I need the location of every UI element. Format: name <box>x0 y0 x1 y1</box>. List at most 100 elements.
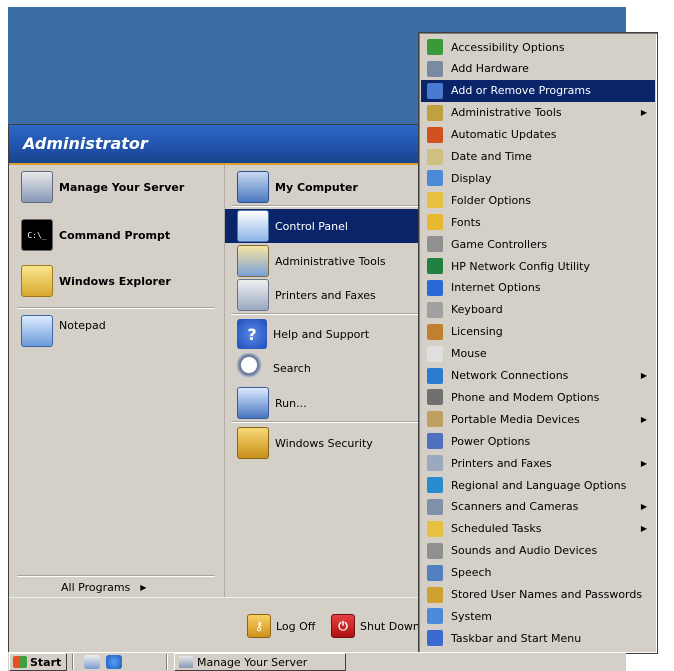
control-panel-menu-item[interactable]: Stored User Names and Passwords <box>421 584 655 606</box>
all-programs-label: All Programs <box>61 581 131 594</box>
control-panel-applet-icon <box>427 301 443 318</box>
control-panel-applet-icon <box>427 170 443 187</box>
help-label: Help and Support <box>273 327 370 341</box>
menu-item-label: Administrative Tools <box>451 106 562 120</box>
control-panel-menu-item[interactable]: Taskbar and Start Menu <box>421 627 655 649</box>
control-panel-menu-item[interactable]: HP Network Config Utility <box>421 255 655 277</box>
menu-item-label: Add Hardware <box>451 62 529 76</box>
control-panel-applet-icon <box>427 586 443 603</box>
control-panel-submenu: Accessibility Options Add Hardware Add or … <box>418 32 658 669</box>
all-programs-button[interactable]: All Programs ▶ <box>61 581 146 594</box>
pinned-label: Manage Your Server <box>59 180 185 194</box>
menu-item-label: Taskbar and Start Menu <box>451 631 582 645</box>
my-computer-item[interactable]: My Computer <box>237 171 358 203</box>
start-label: Start <box>30 655 62 669</box>
control-panel-menu-item[interactable]: Internet Options <box>421 277 655 299</box>
control-panel-menu-item[interactable]: Network Connections ▶ <box>421 365 655 387</box>
pinned-windows-explorer[interactable]: Windows Explorer <box>21 265 171 297</box>
menu-item-label: HP Network Config Utility <box>451 259 590 273</box>
control-panel-applet-icon <box>427 498 443 515</box>
taskbar-separator <box>166 654 168 670</box>
separator <box>231 421 427 423</box>
taskbar: Start Manage Your Server <box>8 652 626 671</box>
search-item[interactable]: Search <box>237 353 311 383</box>
pinned-command-prompt[interactable]: C:\_ Command Prompt <box>21 219 170 251</box>
menu-item-label: Printers and Faxes <box>451 456 552 470</box>
internet-explorer-icon[interactable] <box>106 655 122 669</box>
control-panel-applet-icon <box>427 455 443 472</box>
menu-item-label: Fonts <box>451 215 481 229</box>
control-panel-applet-icon <box>427 279 443 296</box>
show-desktop-icon[interactable] <box>84 655 100 669</box>
administrative-tools-item[interactable]: Administrative Tools ▶ <box>225 245 436 277</box>
control-panel-menu-item[interactable]: Game Controllers <box>421 233 655 255</box>
windows-security-item[interactable]: Windows Security <box>237 427 373 459</box>
control-panel-menu-item[interactable]: Printers and Faxes ▶ <box>421 452 655 474</box>
shut-down-label: Shut Down <box>360 619 420 633</box>
control-panel-menu-item[interactable]: Licensing <box>421 321 655 343</box>
my-computer-label: My Computer <box>275 180 358 194</box>
control-panel-menu-item[interactable]: Regional and Language Options <box>421 474 655 496</box>
control-panel-menu-item[interactable]: Scheduled Tasks ▶ <box>421 518 655 540</box>
control-panel-applet-icon <box>427 126 443 143</box>
control-panel-menu-item[interactable]: Date and Time <box>421 146 655 168</box>
admin-tools-label: Administrative Tools <box>275 254 386 268</box>
separator <box>231 205 427 207</box>
help-icon: ? <box>237 319 267 349</box>
control-panel-menu-item[interactable]: Automatic Updates <box>421 124 655 146</box>
control-panel-menu-item[interactable]: Mouse <box>421 343 655 365</box>
control-panel-menu-item[interactable]: Fonts <box>421 211 655 233</box>
printers-and-faxes-item[interactable]: Printers and Faxes <box>237 279 376 311</box>
control-panel-applet-icon <box>427 323 443 340</box>
start-button[interactable]: Start <box>9 653 67 671</box>
separator <box>17 575 215 577</box>
explorer-folder-icon <box>21 265 53 297</box>
control-panel-menu-item[interactable]: Folder Options <box>421 189 655 211</box>
task-manage-your-server[interactable]: Manage Your Server <box>174 653 346 671</box>
control-panel-menu-item[interactable]: Scanners and Cameras ▶ <box>421 496 655 518</box>
recent-notepad[interactable]: Notepad <box>21 315 106 347</box>
menu-item-label: Folder Options <box>451 193 531 207</box>
user-name: Administrator <box>23 134 148 153</box>
control-panel-item[interactable]: Control Panel ▶ <box>225 209 436 243</box>
control-panel-menu-item[interactable]: Administrative Tools ▶ <box>421 102 655 124</box>
control-panel-applet-icon <box>427 608 443 625</box>
control-panel-applet-icon <box>427 411 443 428</box>
shut-down-button[interactable]: ⏻ Shut Down <box>331 614 420 638</box>
windows-logo-icon <box>13 656 27 668</box>
admin-tools-icon <box>237 245 269 277</box>
control-panel-menu-item[interactable]: Accessibility Options <box>421 36 655 58</box>
run-item[interactable]: Run... <box>237 387 307 419</box>
menu-item-label: Stored User Names and Passwords <box>451 588 643 601</box>
control-panel-menu-item[interactable]: Portable Media Devices ▶ <box>421 408 655 430</box>
control-panel-menu-item[interactable]: Add Hardware <box>421 58 655 80</box>
key-icon: ⚷ <box>247 614 271 638</box>
menu-item-label: Scanners and Cameras <box>451 500 579 514</box>
start-menu-header: Administrator <box>9 125 437 165</box>
log-off-button[interactable]: ⚷ Log Off <box>247 614 315 638</box>
menu-item-label: Scheduled Tasks <box>451 522 542 536</box>
control-panel-menu-item[interactable]: System <box>421 605 655 627</box>
pinned-manage-your-server[interactable]: Manage Your Server <box>21 171 184 203</box>
menu-item-label: Keyboard <box>451 303 503 317</box>
run-label: Run... <box>275 396 307 410</box>
pinned-label: Windows Explorer <box>59 274 171 288</box>
control-panel-menu-item[interactable]: Sounds and Audio Devices <box>421 540 655 562</box>
task-label: Manage Your Server <box>197 655 308 669</box>
control-panel-applet-icon <box>427 477 443 493</box>
control-panel-menu-item[interactable]: Speech <box>421 562 655 584</box>
menu-item-label: Automatic Updates <box>451 128 557 142</box>
control-panel-menu-item[interactable]: Add or Remove Programs <box>421 79 655 102</box>
help-and-support-item[interactable]: ? Help and Support <box>237 319 369 349</box>
control-panel-menu-item[interactable]: Phone and Modem Options <box>421 386 655 408</box>
power-icon: ⏻ <box>331 614 355 638</box>
menu-item-label: Mouse <box>451 347 487 361</box>
control-panel-menu-item[interactable]: Display <box>421 167 655 189</box>
control-panel-applet-icon <box>427 82 443 99</box>
control-panel-menu-item[interactable]: Power Options <box>421 430 655 452</box>
control-panel-menu-item[interactable]: Keyboard <box>421 299 655 321</box>
separator <box>17 307 215 309</box>
control-panel-label: Control Panel <box>275 219 348 233</box>
menu-item-label: Power Options <box>451 434 531 448</box>
menu-item-label: Licensing <box>451 325 503 339</box>
